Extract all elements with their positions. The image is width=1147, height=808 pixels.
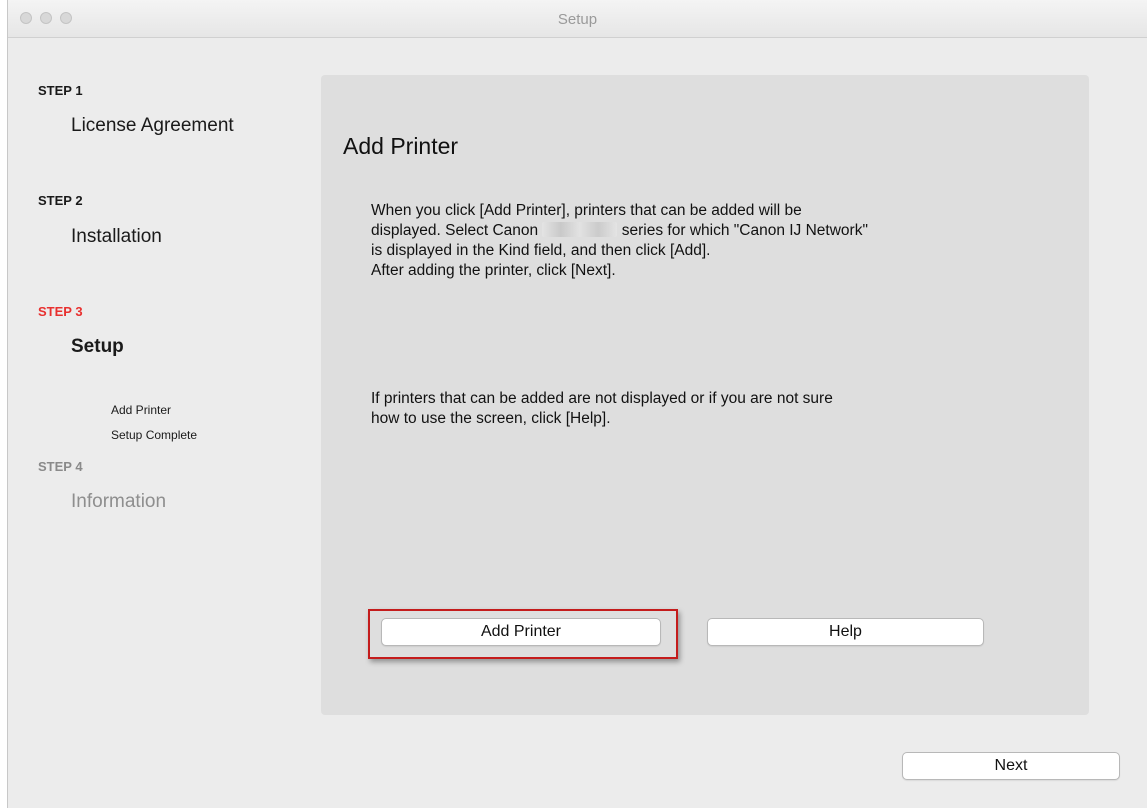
step-3-label: STEP 3 xyxy=(38,304,83,319)
step-1-name: License Agreement xyxy=(71,115,234,136)
steps-sidebar: STEP 1 License Agreement STEP 2 Installa… xyxy=(8,38,318,738)
redacted-model-name xyxy=(542,222,618,237)
title-bar: Setup xyxy=(8,0,1147,38)
step-1-label: STEP 1 xyxy=(38,83,83,98)
step-4-name: Information xyxy=(71,491,167,512)
step-2-label: STEP 2 xyxy=(38,193,83,208)
instructions-text: When you click [Add Printer], printers t… xyxy=(371,201,1021,281)
sub-step-add-printer: Add Printer xyxy=(111,403,172,417)
next-button[interactable]: Next xyxy=(902,752,1120,780)
sub-step-setup-complete: Setup Complete xyxy=(111,428,198,442)
page-title: Add Printer xyxy=(343,133,459,159)
setup-window: Setup STEP 1 License Agreement STEP 2 In… xyxy=(7,0,1147,808)
add-printer-button[interactable]: Add Printer xyxy=(381,618,661,646)
step-3-name: Setup xyxy=(71,336,124,357)
step-2-name: Installation xyxy=(71,226,162,247)
help-button[interactable]: Help xyxy=(707,618,984,646)
content-panel: Add Printer When you click [Add Printer]… xyxy=(321,75,1089,715)
window-title: Setup xyxy=(557,11,598,28)
step-4-label: STEP 4 xyxy=(38,459,83,474)
help-text: If printers that can be added are not di… xyxy=(371,390,833,427)
